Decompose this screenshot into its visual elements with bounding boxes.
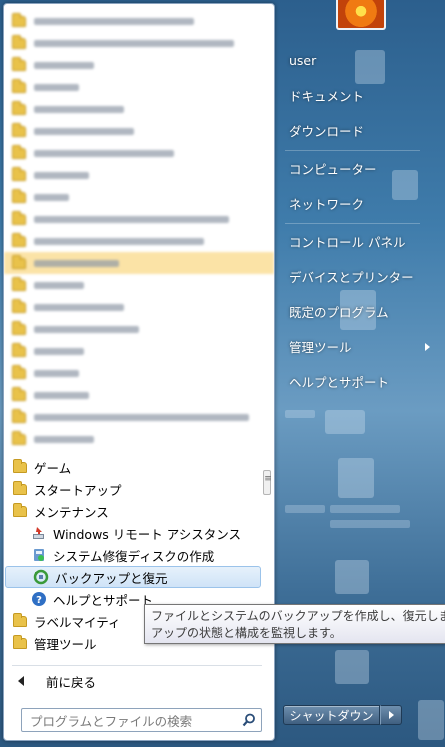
- folder-icon: [13, 458, 27, 473]
- folder-icon: [13, 502, 27, 517]
- list-item[interactable]: [4, 340, 274, 362]
- search-icon[interactable]: [242, 713, 256, 727]
- menu-default-programs[interactable]: 既定のプログラム: [289, 300, 389, 322]
- list-item[interactable]: [4, 362, 274, 384]
- folder-icon: [12, 100, 26, 115]
- folder-games[interactable]: ゲーム: [4, 456, 262, 478]
- list-item[interactable]: [4, 164, 274, 186]
- search-placeholder: プログラムとファイルの検索: [30, 713, 193, 729]
- tooltip: ファイルとシステムのバックアップを作成し、復元しま アップの状態と構成を監視しま…: [144, 604, 445, 644]
- menu-user[interactable]: user: [289, 49, 316, 71]
- list-item-highlighted[interactable]: [4, 252, 274, 274]
- folder-icon: [12, 298, 26, 313]
- chevron-right-icon: [388, 711, 394, 719]
- menu-downloads[interactable]: ダウンロード: [289, 119, 364, 141]
- list-item[interactable]: [4, 230, 274, 252]
- repair-disc-icon: [31, 547, 47, 563]
- search-input[interactable]: プログラムとファイルの検索: [21, 708, 262, 732]
- scroll-thumb[interactable]: [263, 470, 272, 495]
- list-item[interactable]: [4, 274, 274, 296]
- shutdown-options-button[interactable]: [380, 705, 402, 725]
- backup-restore-icon: [33, 569, 49, 585]
- folder-icon: [12, 122, 26, 137]
- remote-assistance-icon: [31, 525, 47, 541]
- svg-text:?: ?: [36, 595, 42, 606]
- folder-icon: [13, 634, 27, 649]
- back-button[interactable]: 前に戻る: [14, 671, 96, 691]
- back-label: 前に戻る: [46, 674, 97, 690]
- shutdown-button[interactable]: シャットダウン: [283, 705, 380, 725]
- submenu-arrow-icon[interactable]: [425, 343, 430, 351]
- folder-icon: [12, 254, 26, 269]
- menu-control-panel[interactable]: コントロール パネル: [289, 230, 405, 252]
- separator: [285, 150, 420, 151]
- all-programs-list: [4, 10, 274, 460]
- menu-documents[interactable]: ドキュメント: [289, 84, 364, 106]
- folder-startup[interactable]: スタートアップ: [4, 478, 262, 500]
- folder-icon: [12, 166, 26, 181]
- program-remote-assistance[interactable]: Windows リモート アシスタンス: [4, 522, 262, 544]
- list-item[interactable]: [4, 32, 274, 54]
- list-item[interactable]: [4, 120, 274, 142]
- program-label: システム修復ディスクの作成: [53, 548, 215, 564]
- folder-icon: [12, 386, 26, 401]
- folder-icon: [12, 56, 26, 71]
- user-picture[interactable]: [336, 0, 386, 30]
- folder-icon: [12, 408, 26, 423]
- help-icon: ?: [31, 591, 47, 607]
- folder-icon: [12, 364, 26, 379]
- folder-label: ラベルマイティ: [34, 614, 121, 630]
- list-item[interactable]: [4, 208, 274, 230]
- list-item[interactable]: [4, 54, 274, 76]
- divider: [12, 665, 262, 666]
- folder-icon: [12, 232, 26, 247]
- list-item[interactable]: [4, 296, 274, 318]
- list-item[interactable]: [4, 10, 274, 32]
- list-item[interactable]: [4, 428, 274, 450]
- folder-label: 管理ツール: [34, 636, 97, 652]
- folder-icon: [12, 144, 26, 159]
- program-repair-disc[interactable]: システム修復ディスクの作成: [4, 544, 262, 566]
- list-item[interactable]: [4, 142, 274, 164]
- folder-icon: [13, 480, 27, 495]
- folder-icon: [12, 320, 26, 335]
- menu-network[interactable]: ネットワーク: [289, 192, 364, 214]
- menu-admin-tools[interactable]: 管理ツール: [289, 335, 352, 357]
- list-item[interactable]: [4, 76, 274, 98]
- folder-label: メンテナンス: [34, 504, 109, 520]
- folder-icon: [12, 210, 26, 225]
- list-item[interactable]: [4, 406, 274, 428]
- folder-maintenance[interactable]: メンテナンス: [4, 500, 262, 522]
- list-item[interactable]: [4, 98, 274, 120]
- folder-label: ゲーム: [34, 460, 72, 476]
- folder-icon: [12, 188, 26, 203]
- folder-icon: [12, 430, 26, 445]
- tooltip-line-1: ファイルとシステムのバックアップを作成し、復元しま: [151, 609, 445, 623]
- folder-icon: [12, 34, 26, 49]
- back-arrow-icon: [18, 676, 24, 686]
- menu-help-support[interactable]: ヘルプとサポート: [289, 370, 389, 392]
- list-item[interactable]: [4, 318, 274, 340]
- folder-icon: [12, 12, 26, 27]
- program-backup-restore[interactable]: バックアップと復元: [5, 566, 261, 588]
- program-label: Windows リモート アシスタンス: [53, 526, 241, 542]
- folder-icon: [12, 78, 26, 93]
- list-item[interactable]: [4, 186, 274, 208]
- scrollbar[interactable]: [262, 10, 273, 650]
- program-label: バックアップと復元: [55, 570, 168, 586]
- list-item[interactable]: [4, 384, 274, 406]
- program-label: ヘルプとサポート: [53, 592, 154, 608]
- separator: [285, 223, 420, 224]
- folder-icon: [12, 342, 26, 357]
- tooltip-line-2: アップの状態と構成を監視します。: [151, 626, 342, 640]
- menu-computer[interactable]: コンピューター: [289, 157, 377, 179]
- folder-label: スタートアップ: [34, 482, 122, 498]
- folder-icon: [13, 612, 27, 627]
- folder-icon: [12, 276, 26, 291]
- menu-devices-printers[interactable]: デバイスとプリンター: [289, 265, 414, 287]
